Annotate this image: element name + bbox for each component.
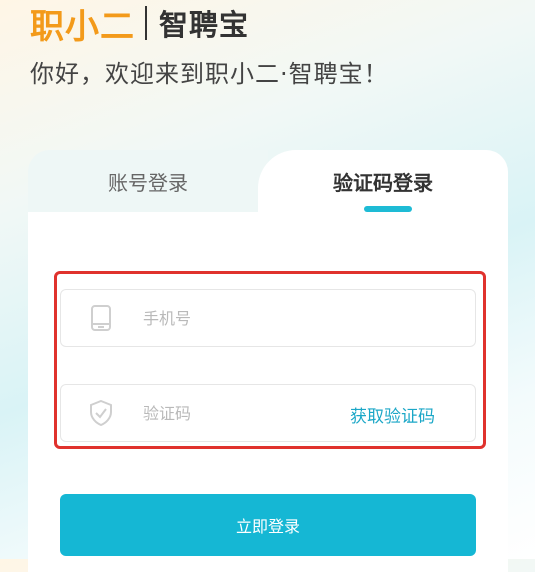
- product-name: 智聘宝: [159, 8, 250, 42]
- brand-divider: [145, 6, 147, 40]
- tab-account-login[interactable]: 账号登录: [28, 150, 268, 212]
- active-tab-indicator: [364, 206, 412, 212]
- shield-check-icon: [88, 400, 114, 426]
- welcome-text: 你好，欢迎来到职小二·智聘宝！: [30, 60, 389, 88]
- code-field: 获取验证码: [60, 384, 476, 442]
- get-code-button[interactable]: 获取验证码: [350, 385, 435, 443]
- login-button[interactable]: 立即登录: [60, 494, 476, 556]
- code-input[interactable]: [141, 402, 325, 424]
- tablet-icon: [88, 305, 114, 331]
- phone-field: [60, 289, 476, 347]
- brand-logo: 职小二: [30, 6, 135, 47]
- tab-sms-login[interactable]: 验证码登录: [258, 150, 508, 212]
- phone-input[interactable]: [141, 307, 325, 329]
- brand-header: 职小二 智聘宝: [30, 2, 250, 47]
